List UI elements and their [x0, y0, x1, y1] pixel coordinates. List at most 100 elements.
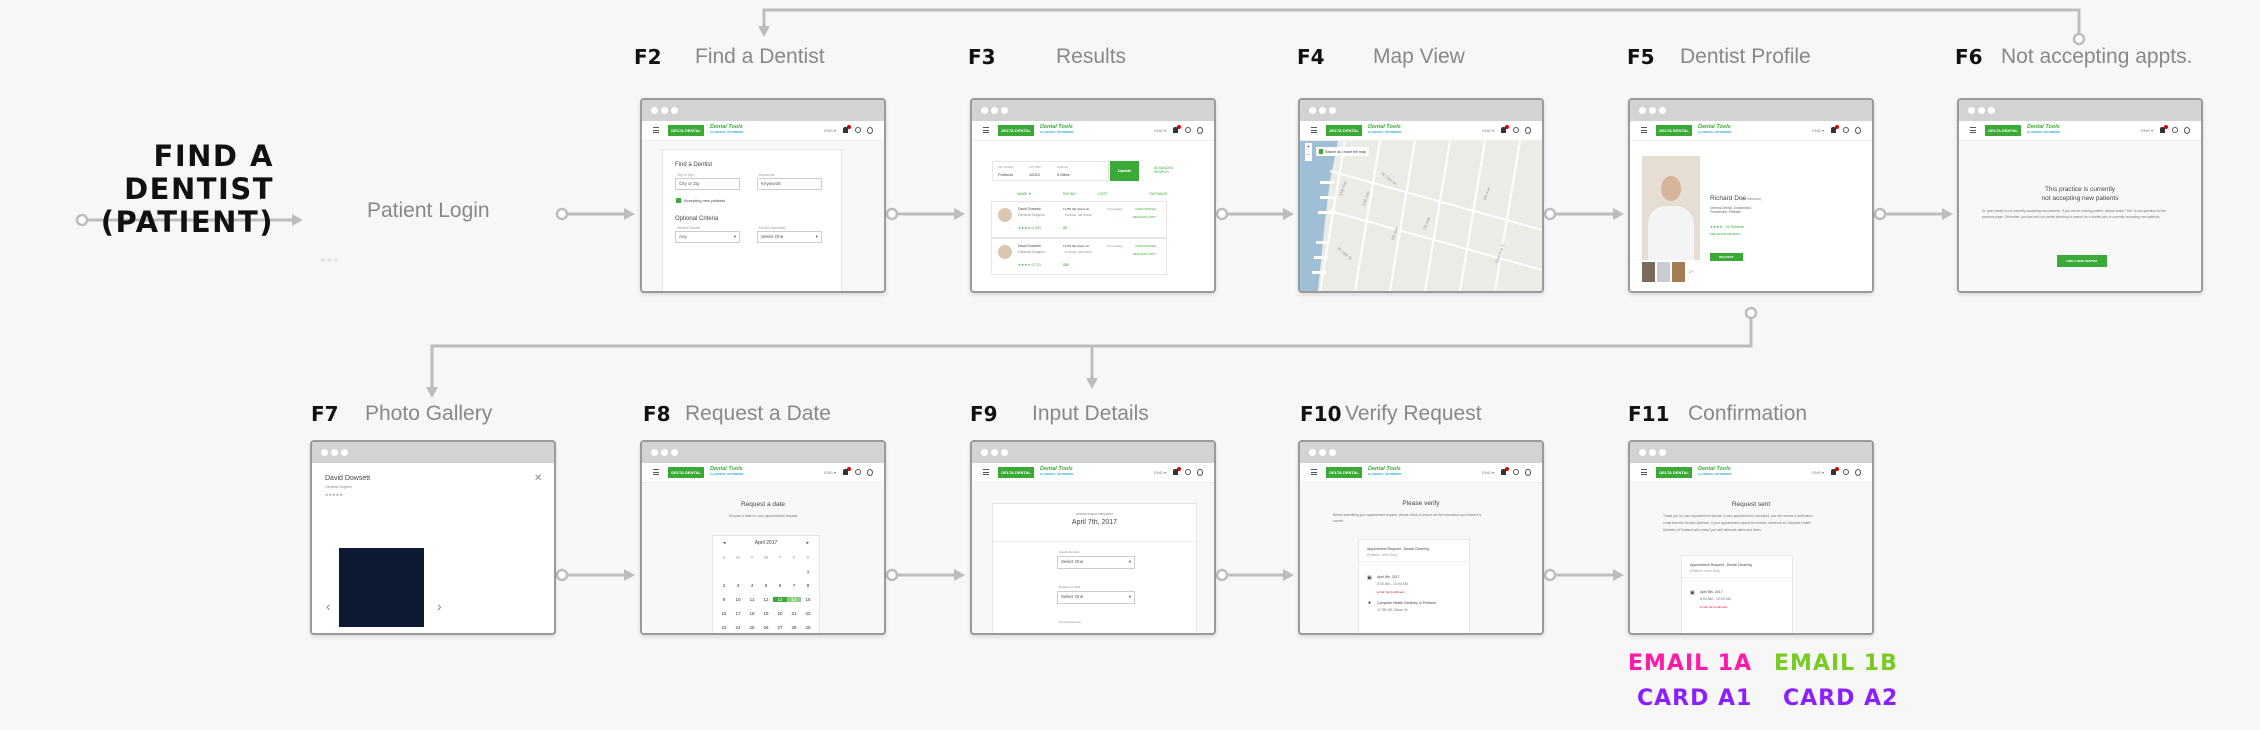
request-appointment-button[interactable]: REQUEST APPOINTMENT [1710, 253, 1743, 267]
checkbox[interactable] [1319, 149, 1323, 154]
result-row[interactable]: David Dowsett General Surgeon ★★★★ (1.71… [991, 238, 1167, 275]
notification-icon[interactable] [1831, 467, 1839, 475]
zoom-controls[interactable]: + − [1305, 143, 1312, 161]
user-icon[interactable] [1197, 469, 1203, 476]
photo-thumbnail[interactable] [1642, 262, 1655, 282]
search-summary[interactable]: KEYWORD Portland CITY/ZIP 10012 RANGE 5 … [992, 161, 1109, 181]
user-icon[interactable] [1525, 127, 1531, 134]
menu-icon[interactable] [1311, 469, 1317, 475]
calendar-day[interactable]: 7 [787, 583, 801, 588]
more-photos[interactable]: 2+ [1689, 269, 1694, 274]
calendar-day[interactable]: 28 [787, 625, 801, 630]
keywords-input[interactable]: Keywords [757, 178, 822, 190]
menu-icon[interactable] [983, 127, 989, 133]
update-button[interactable]: Update [1110, 161, 1139, 181]
calendar-day[interactable]: 10 [731, 597, 745, 602]
language-select[interactable]: ENG ▾ [2141, 128, 2153, 133]
request-appt-link[interactable]: REQUEST APPT [1133, 215, 1156, 219]
calendar-day[interactable]: 23 [717, 625, 731, 630]
notification-icon[interactable] [1501, 467, 1509, 475]
language-select[interactable]: ENG ▾ [1482, 470, 1494, 475]
notification-icon[interactable] [1831, 125, 1839, 133]
search-icon[interactable] [1185, 469, 1191, 475]
search-icon[interactable] [1843, 127, 1849, 133]
specialty-select[interactable]: Select One [757, 231, 822, 243]
notification-icon[interactable] [843, 467, 851, 475]
menu-icon[interactable] [1641, 469, 1647, 475]
sort-rating[interactable]: RATING [1063, 192, 1076, 196]
menu-icon[interactable] [1311, 127, 1317, 133]
sort-distance[interactable]: DISTANCE [1150, 192, 1167, 196]
user-icon[interactable] [1855, 127, 1861, 134]
notification-icon[interactable] [1173, 467, 1181, 475]
see-more-reviews-link[interactable]: SEE MORE REVIEWS [1710, 232, 1741, 236]
request-appt-link[interactable]: REQUEST APPT [1133, 252, 1156, 256]
previous-arrow-icon[interactable]: ‹ [326, 598, 331, 614]
sort-name[interactable]: NAME ▼ [1017, 192, 1032, 196]
search-icon[interactable] [855, 127, 861, 133]
user-icon[interactable] [1855, 469, 1861, 476]
language-select[interactable]: ENG ▾ [824, 470, 836, 475]
calendar-day[interactable]: 25 [745, 625, 759, 630]
search-icon[interactable] [1513, 469, 1519, 475]
language-select[interactable]: ENG ▾ [824, 128, 836, 133]
calendar-day[interactable]: 21 [787, 611, 801, 616]
menu-icon[interactable] [983, 469, 989, 475]
calendar-day[interactable]: 2 [717, 583, 731, 588]
language-select[interactable]: ENG ▾ [1812, 128, 1824, 133]
calendar[interactable]: ◂ April 2017 ▸ S M T W T F S 1 2 3 4 5 6 7 8 9 10 11 12 13 1… [712, 535, 820, 633]
calendar-day[interactable]: 6 [773, 583, 787, 588]
calendar-day[interactable]: 11 [745, 597, 759, 602]
photo-thumbnail[interactable] [1672, 262, 1685, 282]
zoom-out-button[interactable]: − [1305, 151, 1312, 159]
calendar-day[interactable]: 13 [773, 597, 787, 602]
view-profile-link[interactable]: VIEW PROFILE [1135, 207, 1156, 211]
calendar-day[interactable]: 5 [759, 583, 773, 588]
search-icon[interactable] [1185, 127, 1191, 133]
find-new-dentist-button[interactable]: FIND A NEW DENTIST [2057, 255, 2107, 267]
menu-icon[interactable] [1641, 127, 1647, 133]
user-icon[interactable] [1197, 127, 1203, 134]
photo-thumbnail[interactable] [1657, 262, 1670, 282]
zoom-in-button[interactable]: + [1305, 143, 1312, 151]
language-select[interactable]: ENG ▾ [1154, 128, 1166, 133]
language-select[interactable]: ENG ▾ [1154, 470, 1166, 475]
menu-icon[interactable] [653, 127, 659, 133]
calendar-day[interactable]: 20 [773, 611, 787, 616]
search-icon[interactable] [2172, 127, 2178, 133]
accepting-checkbox[interactable] [676, 198, 681, 203]
calendar-day[interactable]: 4 [745, 583, 759, 588]
dentist-photo[interactable] [1642, 156, 1700, 260]
map[interactable]: + − Search as I move the map 11th Ave 10t… [1300, 141, 1542, 291]
search-icon[interactable] [1513, 127, 1519, 133]
search-as-move-toggle[interactable]: Search as I move the map [1316, 147, 1369, 156]
calendar-day[interactable]: 8 [801, 583, 815, 588]
next-month-icon[interactable]: ▸ [806, 540, 809, 546]
calendar-day[interactable]: 9 [717, 597, 731, 602]
result-row[interactable]: David Dowsett General Surgeon ★★★★ (1.39… [991, 201, 1167, 238]
advanced-search-link[interactable]: ADVANCED SEARCH [1154, 166, 1178, 174]
calendar-day[interactable]: 19 [759, 611, 773, 616]
calendar-day[interactable]: 22 [801, 611, 815, 616]
family-member-select[interactable]: Select One [1057, 556, 1135, 569]
calendar-day[interactable]: 29 [801, 625, 815, 630]
calendar-day[interactable]: 24 [731, 625, 745, 630]
search-icon[interactable] [855, 469, 861, 475]
close-icon[interactable]: ✕ [534, 473, 542, 484]
calendar-day[interactable]: 1 [801, 569, 815, 574]
reason-select[interactable]: Select One [1057, 591, 1135, 604]
search-icon[interactable] [1843, 469, 1849, 475]
calendar-day[interactable]: 14 [787, 597, 801, 602]
notification-icon[interactable] [843, 125, 851, 133]
next-arrow-icon[interactable]: › [437, 598, 442, 614]
notification-icon[interactable] [1173, 125, 1181, 133]
sort-cost[interactable]: COST [1098, 192, 1108, 196]
calendar-day[interactable]: 15 [801, 597, 815, 602]
calendar-day[interactable]: 18 [745, 611, 759, 616]
city-input[interactable]: City or Zip [675, 178, 740, 190]
menu-icon[interactable] [653, 469, 659, 475]
user-icon[interactable] [1525, 469, 1531, 476]
language-select[interactable]: ENG ▾ [1482, 128, 1494, 133]
notification-icon[interactable] [2160, 125, 2168, 133]
notification-icon[interactable] [1501, 125, 1509, 133]
